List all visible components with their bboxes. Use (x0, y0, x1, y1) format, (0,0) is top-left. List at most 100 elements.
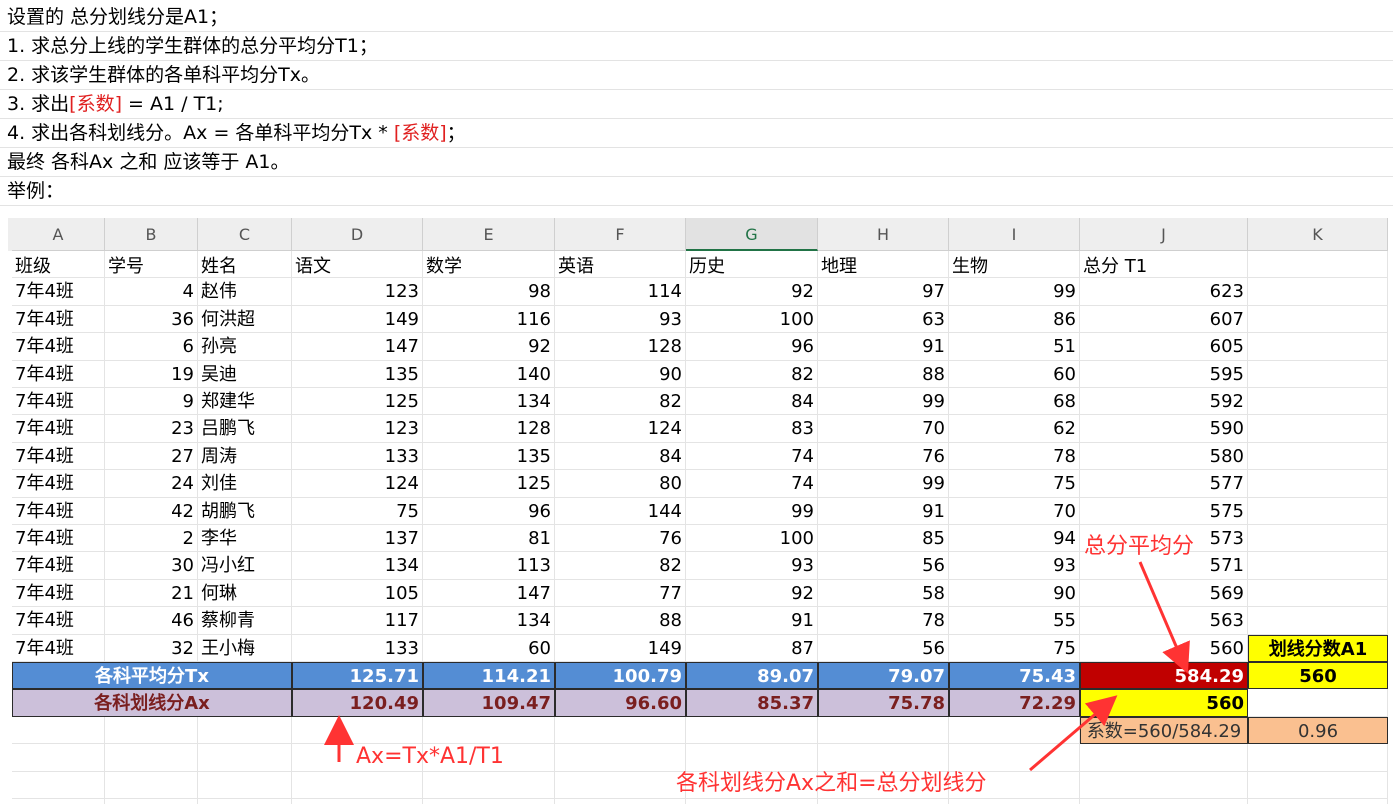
avg-cell[interactable]: 114.21 (423, 662, 555, 690)
table-cell[interactable]: 74 (686, 470, 818, 498)
empty-cell[interactable] (1248, 579, 1388, 608)
table-cell[interactable]: 98 (423, 278, 555, 306)
coefficient-value-cell[interactable]: 0.96 (1248, 716, 1388, 745)
table-cell[interactable]: 70 (818, 415, 949, 443)
column-header-j[interactable]: J (1080, 218, 1248, 251)
table-cell[interactable]: 137 (292, 525, 423, 553)
line-cell[interactable]: 85.37 (686, 689, 818, 717)
table-cell[interactable]: 周涛 (198, 442, 292, 471)
empty-cell[interactable] (1080, 799, 1248, 804)
table-cell[interactable]: 90 (555, 360, 686, 388)
empty-cell[interactable] (423, 771, 555, 799)
avg-row-label[interactable]: 各科平均分Tx (12, 662, 292, 690)
column-header-a[interactable]: A (12, 218, 105, 251)
line-cell[interactable]: 96.60 (555, 689, 686, 717)
table-cell[interactable]: 赵伟 (198, 278, 292, 306)
a1-value-cell[interactable]: 560 (1248, 662, 1388, 690)
header-cell[interactable]: 数学 (423, 251, 555, 279)
table-cell[interactable]: 24 (105, 470, 198, 498)
header-cell[interactable]: 地理 (818, 251, 949, 279)
table-cell[interactable]: 580 (1080, 442, 1248, 471)
table-cell[interactable]: 85 (818, 525, 949, 553)
empty-cell[interactable] (12, 799, 105, 804)
empty-cell[interactable] (555, 716, 686, 745)
table-cell[interactable]: 575 (1080, 497, 1248, 525)
column-header-b[interactable]: B (105, 218, 198, 251)
line-cell[interactable]: 75.78 (818, 689, 949, 717)
table-cell[interactable]: 32 (105, 634, 198, 662)
table-cell[interactable]: 128 (423, 415, 555, 443)
table-cell[interactable]: 590 (1080, 415, 1248, 443)
table-cell[interactable]: 91 (818, 497, 949, 525)
table-cell[interactable]: 99 (949, 278, 1080, 306)
table-cell[interactable]: 134 (423, 607, 555, 635)
table-cell[interactable]: 7年4班 (12, 278, 105, 306)
table-cell[interactable]: 90 (949, 579, 1080, 608)
table-cell[interactable]: 75 (949, 470, 1080, 498)
header-cell[interactable]: 历史 (686, 251, 818, 279)
table-cell[interactable]: 郑建华 (198, 388, 292, 416)
avg-cell[interactable]: 79.07 (818, 662, 949, 690)
table-cell[interactable]: 569 (1080, 579, 1248, 608)
table-cell[interactable]: 84 (555, 442, 686, 471)
table-cell[interactable]: 冯小红 (198, 552, 292, 580)
table-cell[interactable]: 135 (292, 360, 423, 388)
empty-cell[interactable] (949, 716, 1080, 745)
table-cell[interactable]: 21 (105, 579, 198, 608)
empty-cell[interactable] (1248, 771, 1388, 799)
table-cell[interactable]: 92 (686, 579, 818, 608)
empty-cell[interactable] (1248, 689, 1388, 717)
table-cell[interactable]: 9 (105, 388, 198, 416)
table-cell[interactable]: 68 (949, 388, 1080, 416)
table-cell[interactable]: 93 (555, 305, 686, 334)
avg-total-cell[interactable]: 584.29 (1080, 662, 1248, 690)
empty-cell[interactable] (105, 771, 198, 799)
table-cell[interactable]: 74 (686, 442, 818, 471)
column-header-c[interactable]: C (198, 218, 292, 251)
table-cell[interactable]: 75 (949, 634, 1080, 662)
column-header-h[interactable]: H (818, 218, 949, 251)
table-cell[interactable]: 93 (686, 552, 818, 580)
table-cell[interactable]: 605 (1080, 333, 1248, 361)
table-cell[interactable]: 7年4班 (12, 415, 105, 443)
table-cell[interactable]: 19 (105, 360, 198, 388)
empty-cell[interactable] (1248, 278, 1388, 306)
empty-cell[interactable] (818, 716, 949, 745)
table-cell[interactable]: 7年4班 (12, 333, 105, 361)
table-cell[interactable]: 27 (105, 442, 198, 471)
table-cell[interactable]: 84 (686, 388, 818, 416)
header-cell[interactable]: 班级 (12, 251, 105, 279)
table-cell[interactable]: 23 (105, 415, 198, 443)
table-cell[interactable]: 134 (292, 552, 423, 580)
table-cell[interactable]: 607 (1080, 305, 1248, 334)
table-cell[interactable]: 113 (423, 552, 555, 580)
table-cell[interactable]: 70 (949, 497, 1080, 525)
empty-cell[interactable] (1248, 360, 1388, 388)
line-total-cell[interactable]: 560 (1080, 689, 1248, 717)
empty-cell[interactable] (686, 799, 818, 804)
table-cell[interactable]: 76 (555, 525, 686, 553)
empty-cell[interactable] (292, 799, 423, 804)
table-cell[interactable]: 123 (292, 415, 423, 443)
avg-cell[interactable]: 100.79 (555, 662, 686, 690)
table-cell[interactable]: 7年4班 (12, 470, 105, 498)
empty-cell[interactable] (949, 799, 1080, 804)
column-header-d[interactable]: D (292, 218, 423, 251)
empty-cell[interactable] (1248, 744, 1388, 772)
empty-cell[interactable] (555, 799, 686, 804)
table-cell[interactable]: 134 (423, 388, 555, 416)
table-cell[interactable]: 133 (292, 634, 423, 662)
table-cell[interactable]: 王小梅 (198, 634, 292, 662)
table-cell[interactable]: 76 (818, 442, 949, 471)
table-cell[interactable]: 81 (423, 525, 555, 553)
table-cell[interactable]: 60 (949, 360, 1080, 388)
table-cell[interactable]: 7年4班 (12, 525, 105, 553)
table-cell[interactable]: 87 (686, 634, 818, 662)
table-cell[interactable]: 何琳 (198, 579, 292, 608)
header-cell[interactable]: 生物 (949, 251, 1080, 279)
table-cell[interactable]: 88 (555, 607, 686, 635)
header-cell[interactable]: 英语 (555, 251, 686, 279)
column-header-i[interactable]: I (949, 218, 1080, 251)
table-cell[interactable]: 7年4班 (12, 360, 105, 388)
empty-cell[interactable] (1248, 442, 1388, 471)
